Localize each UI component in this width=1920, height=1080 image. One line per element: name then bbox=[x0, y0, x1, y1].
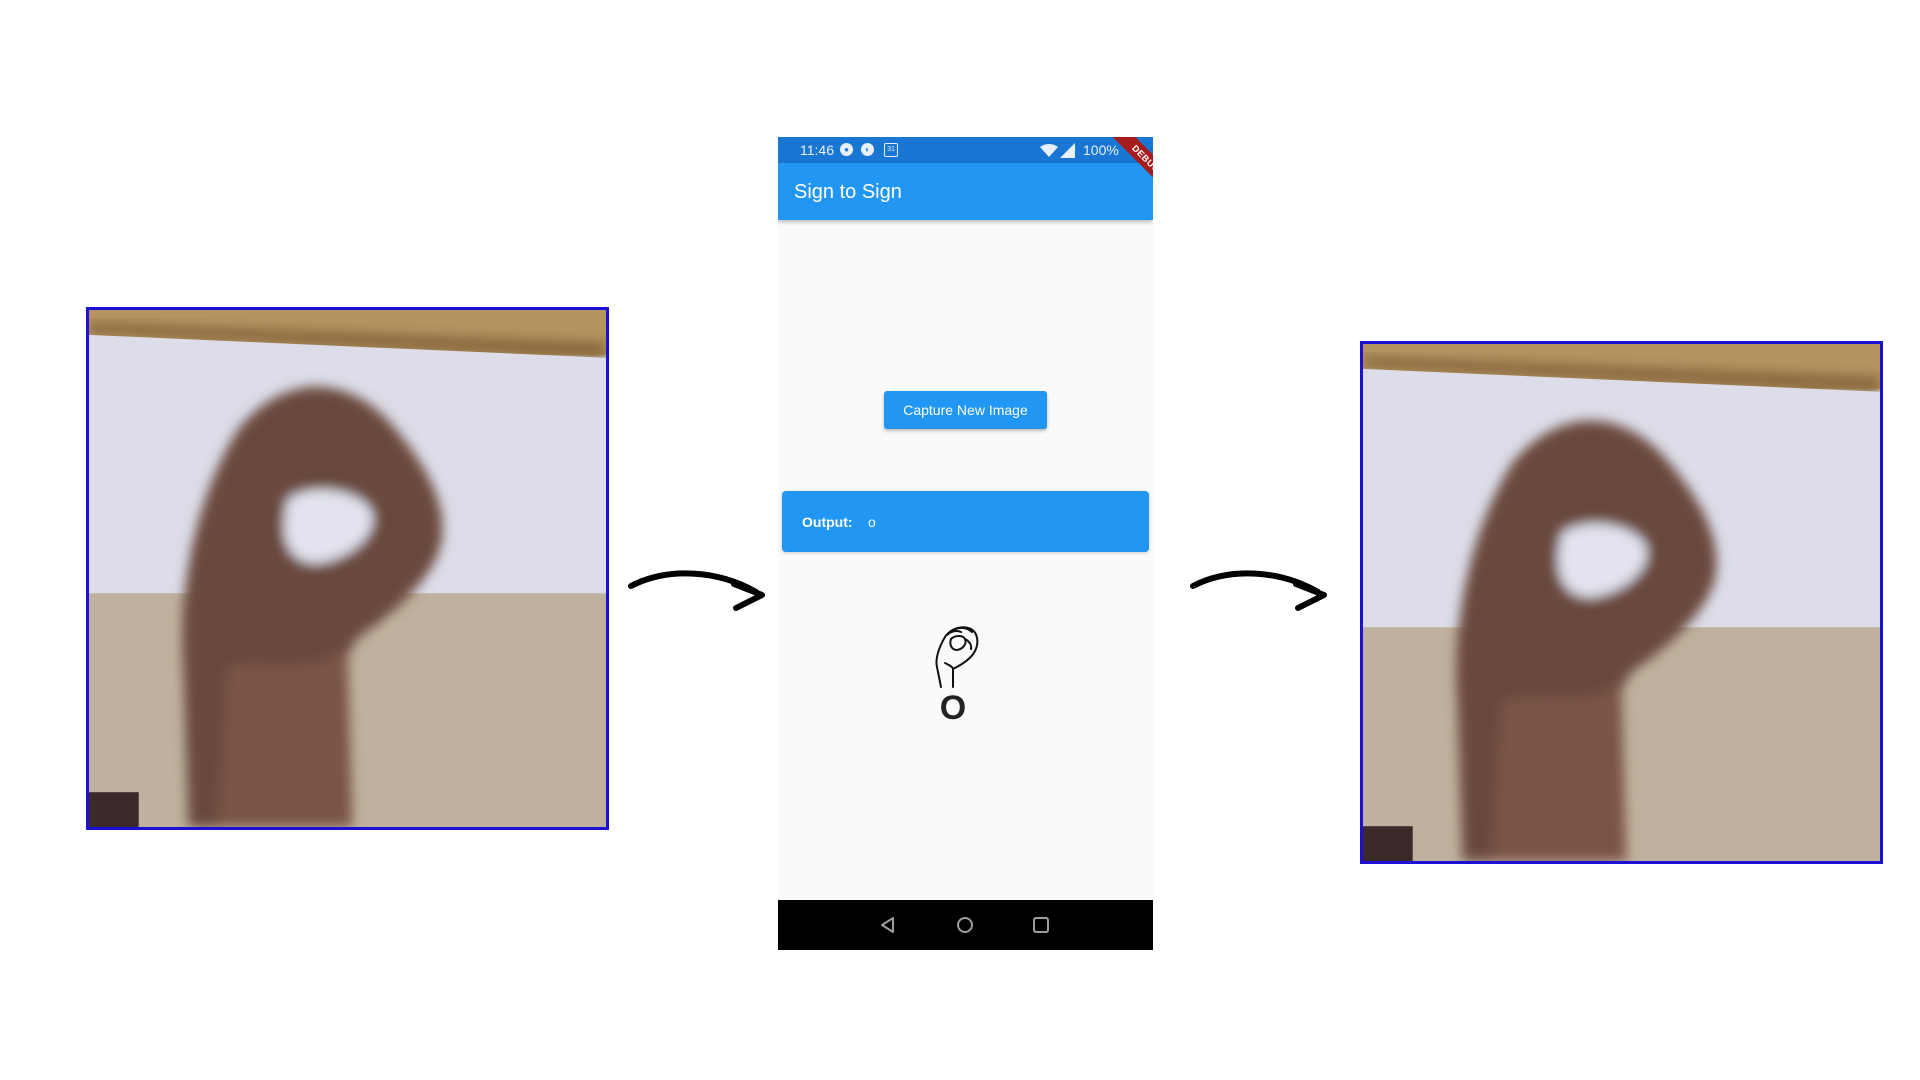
arrow-right-icon bbox=[628, 570, 765, 611]
navigation-bar bbox=[778, 900, 1153, 950]
home-icon[interactable] bbox=[954, 914, 976, 936]
input-hand-photo bbox=[86, 307, 609, 830]
battery-level: 100% bbox=[1083, 142, 1119, 158]
calendar-icon: 31 bbox=[884, 143, 898, 157]
sign-letter: O bbox=[939, 689, 967, 727]
back-icon[interactable] bbox=[877, 914, 899, 936]
recent-apps-icon[interactable] bbox=[1030, 914, 1052, 936]
arrow-right-icon bbox=[1190, 570, 1327, 611]
hand-sign-photo-image bbox=[1363, 344, 1880, 861]
app-bar: Sign to Sign bbox=[778, 163, 1153, 220]
status-bar: 11:46 ● ◐ 31 100% bbox=[778, 137, 1153, 163]
wifi-icon bbox=[1040, 144, 1058, 157]
app-title: Sign to Sign bbox=[794, 181, 902, 203]
messaging-icon: ● bbox=[840, 143, 853, 156]
output-label: Output: bbox=[802, 514, 853, 530]
output-hand-photo bbox=[1360, 341, 1883, 864]
signal-icon bbox=[1060, 143, 1075, 158]
capture-new-image-button[interactable]: Capture New Image bbox=[884, 391, 1047, 429]
status-time: 11:46 bbox=[800, 142, 834, 158]
phone-app-screen: 11:46 ● ◐ 31 100% DEBUG Sign to Sign Cap… bbox=[778, 137, 1153, 950]
output-value: o bbox=[868, 514, 876, 530]
hand-sign-photo-image bbox=[89, 310, 606, 827]
assistant-icon: ◐ bbox=[861, 143, 874, 156]
output-card: Output: o bbox=[782, 491, 1149, 552]
asl-hand-o-icon bbox=[935, 626, 979, 688]
